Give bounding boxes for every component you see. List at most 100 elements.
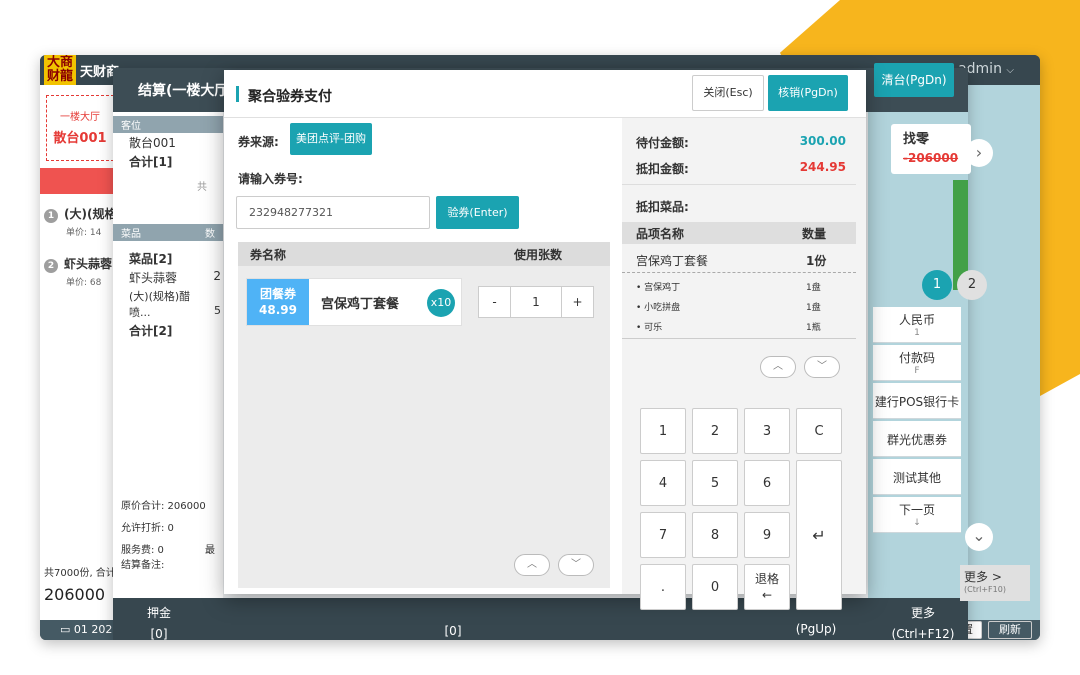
divider — [622, 184, 856, 185]
service-fee: 服务费: 0最 — [121, 545, 215, 556]
key-5[interactable]: 5 — [692, 460, 738, 506]
sub-item: • 小吃拼盘 — [636, 303, 681, 313]
seat-total: 合计[1] — [129, 155, 173, 169]
page-button-1[interactable]: 1 — [922, 270, 952, 300]
remark: 结算备注: — [121, 560, 165, 571]
scroll-up-button[interactable]: ︿ — [514, 554, 550, 576]
more-button[interactable]: 更多 (Ctrl+F12) — [878, 604, 968, 640]
sub-item: • 可乐 — [636, 323, 663, 333]
table-number: 散台001 — [53, 131, 107, 146]
discount: 允许打折: 0 — [121, 523, 174, 534]
total-strip: 共7000份, 合计 206000 — [40, 560, 120, 610]
plus-button[interactable]: + — [561, 287, 593, 317]
coupon-modal: 聚合验券支付 关闭(Esc) 核销(PgDn) 券来源: 美团点评-团购 请输入… — [224, 70, 866, 610]
payment-panel: 找零 -206000 1 2 人民币 1 付款码 F 建行POS银行卡 群光优惠券 … — [868, 112, 987, 598]
key-8[interactable]: 8 — [692, 512, 738, 558]
deduction-panel: 待付金额: 300.00 抵扣金额: 244.95 抵扣菜品: 品项名称 数量 … — [622, 118, 866, 610]
chevron-right-icon[interactable]: › — [965, 139, 993, 167]
check-coupon-button[interactable]: 验券(Enter) — [436, 196, 519, 229]
sub-item-qty: 1盘 — [806, 303, 821, 313]
coupon-table: 券名称 使用张数 团餐券 48.99 宫保鸡丁套餐 x10 - 1 + ︿ ﹀ — [238, 242, 610, 588]
list-item[interactable]: 1 (大)(规格 单价: 14 — [44, 205, 120, 238]
key-1[interactable]: 1 — [640, 408, 686, 454]
checkout-summary: 原价合计: 206000 允许打折: 0 服务费: 0最 结算备注: — [113, 486, 223, 586]
total-text: 共7000份, 合计 — [44, 568, 116, 579]
modal-title: 聚合验券支付 — [248, 89, 332, 105]
coupon-code-input[interactable] — [236, 196, 430, 229]
coupon-table-header: 券名称 使用张数 — [238, 242, 610, 266]
list-item[interactable]: 2 虾头蒜蓉 单价: 68 — [44, 255, 120, 288]
sub-item-qty: 1盘 — [806, 283, 821, 293]
key-dot[interactable]: . — [640, 564, 686, 610]
pending-value: 300.00 — [799, 134, 846, 148]
dish-row: 虾头蒜蓉 2 — [129, 269, 221, 285]
key-backspace[interactable]: 退格 ← — [744, 564, 790, 610]
table-area: 一楼大厅 — [60, 112, 100, 123]
dish-header: 菜品数 — [113, 224, 223, 241]
main-item-name: 宫保鸡丁套餐 — [636, 254, 709, 268]
deduct-dish-label: 抵扣菜品: — [636, 200, 689, 214]
clear-table-button[interactable]: 清台(PgDn) — [874, 63, 954, 97]
deduct-label: 抵扣金额: — [636, 162, 689, 176]
change-box: 找零 -206000 — [891, 124, 971, 174]
next-page-button[interactable]: 下一页 ↓ — [873, 497, 961, 533]
coupon-name: 宫保鸡丁套餐 — [321, 297, 400, 312]
coupon-card[interactable]: 团餐券 48.99 宫保鸡丁套餐 x10 — [246, 278, 462, 326]
pay-method-qrcode[interactable]: 付款码 F — [873, 345, 961, 381]
dashed-divider — [622, 272, 856, 273]
key-enter[interactable]: ↵ — [796, 460, 842, 610]
change-value: -206000 — [903, 151, 959, 165]
key-2[interactable]: 2 — [692, 408, 738, 454]
coupon-multiplier: x10 — [427, 289, 455, 317]
scroll-down-button[interactable]: ﹀ — [558, 554, 594, 576]
title-accent — [236, 86, 239, 102]
key-0[interactable]: 0 — [692, 564, 738, 610]
logo: 大商 财龍 — [44, 55, 76, 85]
monitor-icon: ▭ — [60, 623, 71, 636]
sub-item-qty: 1瓶 — [806, 323, 821, 333]
seat-header: 客位 — [113, 116, 223, 133]
more-pay-button[interactable]: 更多 > (Ctrl+F10) — [960, 565, 1030, 601]
total-value: 206000 — [44, 585, 106, 604]
divider — [622, 338, 856, 339]
item-index: 1 — [44, 209, 58, 223]
deposit-button[interactable]: 押金 [0] — [119, 604, 199, 640]
key-3[interactable]: 3 — [744, 408, 790, 454]
key-clear[interactable]: C — [796, 408, 842, 454]
pay-method-other[interactable]: 测试其他 — [873, 459, 961, 495]
scroll-up-button[interactable]: ︿ — [760, 356, 796, 378]
chevron-down-icon: ⌵ — [1006, 65, 1014, 76]
quantity-value: 1 — [532, 295, 540, 309]
verify-button[interactable]: 核销(PgDn) — [768, 75, 848, 111]
pending-label: 待付金额: — [636, 136, 689, 150]
key-4[interactable]: 4 — [640, 460, 686, 506]
item-price: 单价: 68 — [66, 278, 102, 288]
pay-method-pos[interactable]: 建行POS银行卡 — [873, 383, 961, 419]
scroll-down-button[interactable]: ﹀ — [804, 356, 840, 378]
key-6[interactable]: 6 — [744, 460, 790, 506]
pay-method-cash[interactable]: 人民币 1 — [873, 307, 961, 343]
key-7[interactable]: 7 — [640, 512, 686, 558]
dish-row: (大)(规格)醋喷... 5 — [129, 290, 221, 319]
main-item-qty: 1份 — [806, 254, 827, 268]
close-button[interactable]: 关闭(Esc) — [692, 75, 764, 111]
refresh-button[interactable]: 刷新 — [988, 621, 1032, 639]
minus-button[interactable]: - — [479, 287, 511, 317]
source-button[interactable]: 美团点评-团购 — [290, 123, 372, 155]
item-name: 虾头蒜蓉 — [64, 257, 113, 271]
change-label: 找零 — [903, 132, 930, 147]
chevron-down-icon[interactable]: ⌄ — [965, 523, 993, 551]
table-panel: 一楼大厅 散台001 1 (大)(规格 单价: 14 2 虾头蒜蓉 单价: 68 — [40, 85, 120, 620]
code-label: 请输入券号: — [238, 172, 303, 186]
item-name: (大)(规格 — [64, 207, 117, 221]
pay-method-coupon[interactable]: 群光优惠券 — [873, 421, 961, 457]
key-9[interactable]: 9 — [744, 512, 790, 558]
table-card[interactable]: 一楼大厅 散台001 — [46, 95, 114, 161]
seat-value: 散台001 — [129, 136, 176, 150]
dish-title: 菜品[2] — [129, 252, 173, 266]
page-button-2[interactable]: 2 — [957, 270, 987, 300]
quantity-stepper[interactable]: - 1 + — [478, 286, 594, 318]
source-label: 券来源: — [238, 135, 279, 149]
item-table-header: 品项名称 数量 — [622, 222, 856, 244]
pgup-key: (PgUp) — [795, 622, 837, 636]
